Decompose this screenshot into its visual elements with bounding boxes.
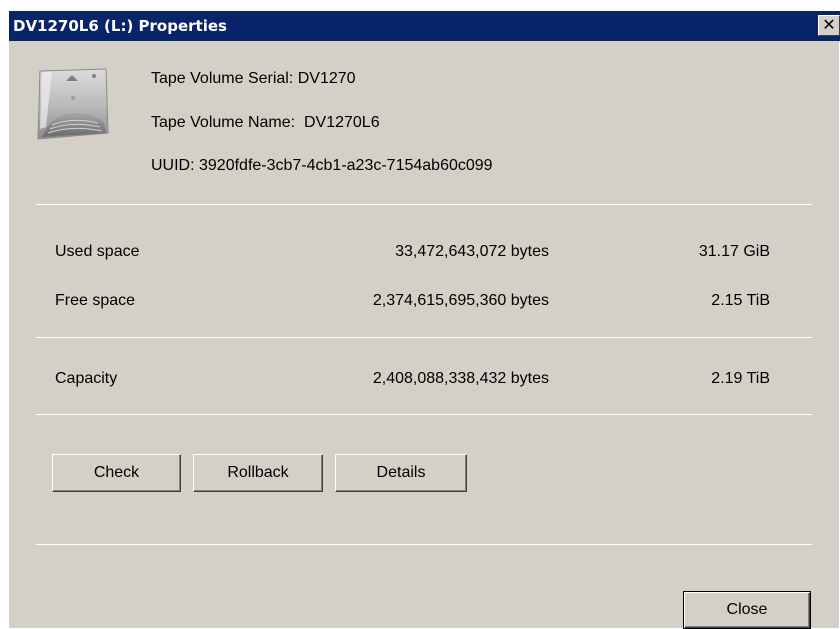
check-button[interactable]: Check: [52, 454, 181, 492]
separator-space: [36, 337, 812, 338]
separator-header: [36, 204, 812, 205]
used-space-bytes: 33,472,643,072 bytes: [395, 243, 549, 260]
tape-volume-name: Tape Volume Name: DV1270L6: [151, 114, 380, 131]
close-button[interactable]: Close: [683, 591, 811, 629]
free-space-human: 2.15 TiB: [711, 292, 770, 309]
tape-cartridge-icon: [37, 68, 109, 140]
details-button[interactable]: Details: [335, 454, 467, 492]
capacity-label: Capacity: [55, 370, 118, 387]
separator-footer: [36, 544, 812, 545]
used-space-human: 31.17 GiB: [698, 243, 770, 260]
separator-capacity: [36, 414, 812, 415]
free-space-bytes: 2,374,615,695,360 bytes: [372, 292, 549, 309]
capacity-human: 2.19 TiB: [711, 370, 770, 387]
tape-volume-serial: Tape Volume Serial: DV1270: [151, 70, 356, 87]
uuid-label: UUID: 3920fdfe-3cb7-4cb1-a23c-7154ab60c0…: [151, 157, 493, 174]
properties-dialog: DV1270L6 (L:) Properties ✕ Tape Volume S…: [8, 10, 840, 629]
title-bar[interactable]: DV1270L6 (L:) Properties ✕: [9, 11, 840, 41]
window-title: DV1270L6 (L:) Properties: [13, 17, 227, 35]
rollback-button[interactable]: Rollback: [193, 454, 323, 492]
capacity-bytes: 2,408,088,338,432 bytes: [372, 370, 549, 387]
close-window-button[interactable]: ✕: [818, 15, 840, 36]
free-space-label: Free space: [55, 292, 136, 309]
used-space-label: Used space: [55, 243, 140, 260]
